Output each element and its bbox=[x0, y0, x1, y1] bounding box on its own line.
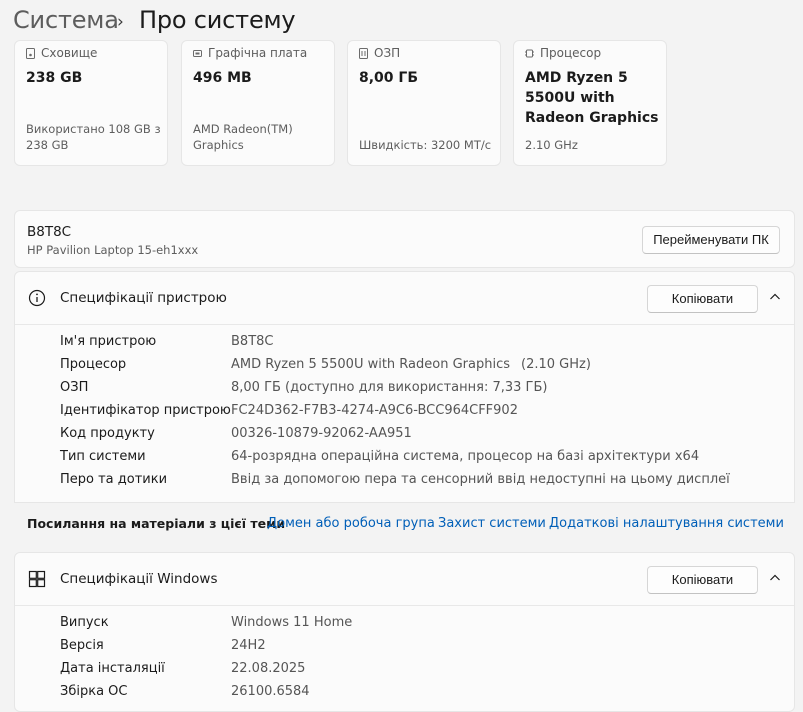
spec-value: 00326-10879-92062-AA951 bbox=[231, 426, 412, 441]
spec-label: ОЗП bbox=[60, 380, 89, 395]
link-system-protection[interactable]: Захист системи bbox=[438, 504, 546, 544]
ram-tile[interactable]: ОЗП 8,00 ГБ Швидкість: 3200 MT/с bbox=[347, 40, 501, 166]
tile-title: Сховище bbox=[41, 46, 98, 60]
copy-windows-specs-button[interactable]: Копіювати bbox=[647, 566, 758, 594]
rename-pc-button[interactable]: Перейменувати ПК bbox=[642, 226, 780, 254]
spec-value: 26100.6584 bbox=[231, 684, 310, 699]
windows-specs-title: Специфікації Windows bbox=[60, 571, 218, 587]
tile-title: ОЗП bbox=[374, 46, 401, 60]
ram-icon bbox=[359, 47, 368, 59]
spec-label: Ім'я пристрою bbox=[60, 334, 157, 349]
spec-value: 8,00 ГБ (доступно для використання: 7,33… bbox=[231, 380, 548, 395]
device-specs-card: Специфікації пристрою Копіювати Ім'я при… bbox=[14, 271, 795, 503]
copy-device-specs-button[interactable]: Копіювати bbox=[647, 285, 758, 313]
tile-value: 8,00 ГБ bbox=[359, 70, 419, 86]
tile-value: 496 MB bbox=[193, 70, 252, 86]
spec-value: B8T8C bbox=[231, 334, 274, 349]
spec-label: Випуск bbox=[60, 615, 109, 630]
tile-value: 238 GB bbox=[26, 70, 83, 86]
device-specs-title: Специфікації пристрою bbox=[60, 290, 227, 306]
tile-title: Процесор bbox=[540, 46, 602, 60]
spec-value: Ввід за допомогою пера та сенсорний ввід… bbox=[231, 472, 730, 487]
gpu-icon bbox=[193, 49, 202, 57]
spec-label: Тип системи bbox=[60, 449, 146, 464]
pc-model: HP Pavilion Laptop 15-eh1xxx bbox=[27, 243, 199, 257]
spec-value: 24H2 bbox=[231, 638, 266, 653]
chevron-up-icon[interactable] bbox=[769, 573, 781, 583]
gpu-tile[interactable]: Графічна плата 496 MB AMD Radeon(TM) Gra… bbox=[181, 40, 335, 166]
tile-subtext: Використано 108 GB з 238 GB bbox=[26, 122, 161, 152]
cpu-icon bbox=[525, 49, 534, 57]
chevron-up-icon[interactable] bbox=[769, 292, 781, 302]
tile-subtext: AMD Radeon(TM) Graphics bbox=[193, 122, 293, 152]
spec-value: 22.08.2025 bbox=[231, 661, 306, 676]
spec-value: 64-розрядна операційна система, процесор… bbox=[231, 449, 700, 464]
windows-specs-header[interactable]: Специфікації Windows Копіювати bbox=[15, 553, 794, 606]
spec-label: Перо та дотики bbox=[60, 472, 168, 487]
spec-label: Версія bbox=[60, 638, 104, 653]
tile-subtext: Швидкість: 3200 MT/с bbox=[359, 138, 492, 152]
tile-subtext: 2.10 GHz bbox=[525, 138, 578, 152]
breadcrumb-root[interactable]: Система bbox=[13, 6, 119, 34]
link-advanced-system-settings[interactable]: Додаткові налаштування системи bbox=[549, 504, 784, 544]
info-icon bbox=[28, 289, 46, 307]
spec-value: FC24D362-F7B3-4274-A9C6-BCC964CFF902 bbox=[231, 403, 518, 418]
cpu-tile[interactable]: Процесор AMD Ryzen 5 5500U with Radeon G… bbox=[513, 40, 667, 166]
spec-value: Windows 11 Home bbox=[231, 615, 353, 630]
tile-value: AMD Ryzen 5 5500U with Radeon Graphics bbox=[525, 70, 659, 126]
pc-name: B8T8C bbox=[27, 224, 72, 240]
storage-tile[interactable]: Сховище 238 GB Використано 108 GB з 238 … bbox=[14, 40, 168, 166]
tile-title: Графічна плата bbox=[208, 46, 308, 60]
spec-value: AMD Ryzen 5 5500U with Radeon Graphics bbox=[231, 357, 511, 372]
related-links-bar: Посилання на матеріали з цієї теми Домен… bbox=[14, 504, 795, 544]
spec-extra-value: (2.10 GHz) bbox=[521, 357, 591, 372]
device-specs-header[interactable]: Специфікації пристрою Копіювати bbox=[15, 272, 794, 325]
spec-label: Код продукту bbox=[60, 426, 155, 441]
spec-label: Дата інсталяції bbox=[60, 661, 165, 676]
related-links-label: Посилання на матеріали з цієї теми bbox=[27, 516, 286, 531]
windows-logo-icon bbox=[28, 570, 46, 588]
spec-label: Ідентифікатор пристрою bbox=[60, 403, 231, 418]
breadcrumb-separator-icon: › bbox=[117, 12, 124, 32]
pc-name-card: B8T8C HP Pavilion Laptop 15-eh1xxx Перей… bbox=[14, 210, 795, 268]
spec-label: Процесор bbox=[60, 357, 127, 372]
spec-label: Збірка ОС bbox=[60, 684, 128, 699]
windows-specs-card: Специфікації Windows Копіювати Випуск Wi… bbox=[14, 552, 795, 712]
link-domain-workgroup[interactable]: Домен або робоча група bbox=[267, 504, 435, 544]
storage-icon bbox=[26, 47, 35, 59]
page-title: Про систему bbox=[139, 6, 296, 34]
